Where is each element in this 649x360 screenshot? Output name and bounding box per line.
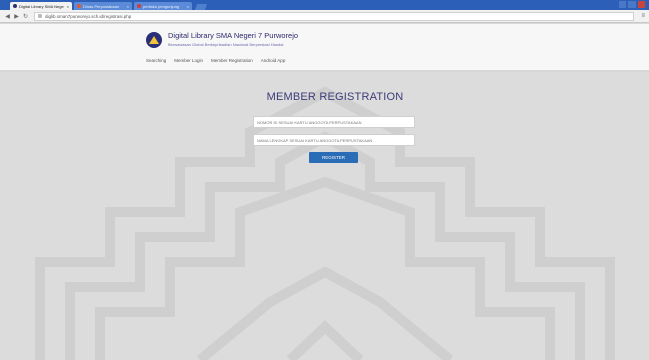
page-info-icon[interactable]: [38, 14, 42, 18]
back-icon[interactable]: ◀: [4, 13, 11, 20]
maximize-button[interactable]: [628, 1, 636, 8]
browser-tab-1[interactable]: Digital Library SMA Nege ×: [10, 2, 72, 10]
minimize-button[interactable]: [619, 1, 627, 8]
url-text: diglib.sman7purworejo.sch.id/registrasi.…: [45, 13, 132, 19]
reload-icon[interactable]: ↻: [22, 13, 29, 20]
site-title[interactable]: Digital Library SMA Negeri 7 Purworejo: [168, 31, 298, 40]
favicon-icon: [13, 4, 17, 8]
tab-label: Digital Library SMA Nege: [19, 3, 64, 9]
browser-tab-3[interactable]: perilaku pengunjung ×: [134, 2, 192, 10]
close-icon[interactable]: ×: [67, 4, 69, 9]
tab-label: perilaku pengunjung: [143, 3, 180, 9]
address-bar: ◀ ▶ ↻ diglib.sman7purworejo.sch.id/regis…: [0, 10, 649, 23]
member-id-input[interactable]: [253, 116, 415, 128]
tab-label: Dinas Perpustakaan: [83, 3, 120, 9]
nav-link-searching[interactable]: Searching: [146, 58, 166, 63]
browser-tab-2[interactable]: Dinas Perpustakaan ×: [74, 2, 132, 10]
close-icon[interactable]: ×: [187, 4, 189, 9]
forward-icon[interactable]: ▶: [13, 13, 20, 20]
close-icon[interactable]: ×: [127, 4, 129, 9]
site-subtitle: Berwawasan Global Berkepribadian Nasiona…: [168, 42, 284, 47]
browser-menu-icon[interactable]: ≡: [641, 13, 645, 19]
full-name-input[interactable]: [253, 134, 415, 146]
close-window-button[interactable]: [637, 1, 645, 8]
browser-tab-strip: Digital Library SMA Nege × Dinas Perpust…: [0, 0, 649, 10]
nav-link-member-registration[interactable]: Member Registration: [211, 58, 253, 63]
school-logo[interactable]: [146, 32, 162, 48]
window-controls: [619, 1, 645, 8]
site-nav: Searching Member Login Member Registrati…: [146, 58, 285, 63]
favicon-icon: [137, 4, 141, 8]
main-content: MEMBER REGISTRATION REGISTER: [0, 72, 649, 360]
logo-emblem-icon: [149, 36, 159, 44]
site-header: Digital Library SMA Negeri 7 Purworejo B…: [0, 24, 649, 71]
page-title: MEMBER REGISTRATION: [266, 91, 404, 103]
url-input[interactable]: diglib.sman7purworejo.sch.id/registrasi.…: [34, 11, 634, 21]
nav-link-android-app[interactable]: Android App: [261, 58, 286, 63]
register-button[interactable]: REGISTER: [309, 152, 358, 163]
nav-link-member-login[interactable]: Member Login: [174, 58, 203, 63]
favicon-icon: [77, 4, 81, 8]
